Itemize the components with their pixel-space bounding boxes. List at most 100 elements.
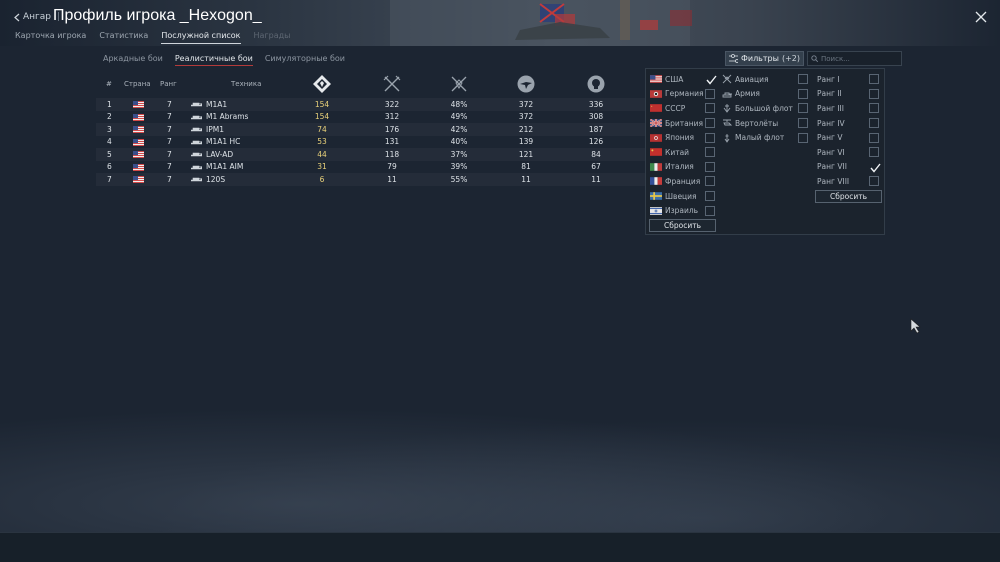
country-filter-item[interactable]: Франция bbox=[650, 174, 716, 189]
country-filter-checkbox[interactable] bbox=[705, 161, 715, 172]
respawns-icon[interactable] bbox=[516, 74, 536, 96]
country-filter-item[interactable]: Британия bbox=[650, 116, 716, 131]
respawns-value: 372 bbox=[518, 112, 534, 121]
tab-realistic[interactable]: Реалистичные бои bbox=[174, 54, 253, 66]
vehicle-cell: M1A1 AIM bbox=[191, 162, 243, 171]
rank-filter-item[interactable]: Ранг II bbox=[817, 87, 883, 102]
close-icon[interactable] bbox=[974, 10, 988, 24]
rank-filter-item[interactable]: Ранг IV bbox=[817, 116, 883, 131]
table-row[interactable]: 5 7 LAV-AD 44 118 37% 121 84 bbox=[96, 148, 646, 161]
type-filter-label: Малый флот bbox=[735, 133, 785, 143]
col-header-country[interactable]: Страна bbox=[124, 80, 151, 88]
row-number: 1 bbox=[107, 99, 112, 109]
country-filter-checkbox[interactable] bbox=[705, 103, 715, 114]
kills-value: 118 bbox=[384, 149, 400, 159]
tab-awards[interactable]: Награды bbox=[254, 31, 291, 44]
country-filter-label: Китай bbox=[665, 147, 690, 157]
tab-service-record[interactable]: Послужной список bbox=[161, 31, 241, 44]
country-filter-checkbox[interactable] bbox=[705, 132, 715, 143]
country-filter-item[interactable]: Германия bbox=[650, 87, 716, 102]
rank-filter-checkbox[interactable] bbox=[869, 147, 879, 158]
battles-icon[interactable] bbox=[312, 74, 332, 96]
deaths-value: 67 bbox=[591, 162, 601, 171]
rank-filter-checkbox[interactable] bbox=[869, 74, 879, 85]
row-number: 7 bbox=[107, 174, 112, 184]
tab-statistics[interactable]: Статистика bbox=[99, 31, 148, 44]
type-filter-checkbox[interactable] bbox=[798, 132, 808, 143]
type-filter-item[interactable]: Большой флот bbox=[722, 101, 810, 116]
col-header-vehicle[interactable]: Техника bbox=[231, 80, 261, 88]
coastal-fleet-icon bbox=[722, 133, 732, 143]
vehicle-rank: 7 bbox=[167, 137, 172, 146]
winrate-icon[interactable] bbox=[449, 74, 469, 96]
deaths-icon[interactable] bbox=[586, 74, 606, 96]
table-row[interactable]: 1 7 M1A1 154 322 48% 372 336 bbox=[96, 98, 646, 111]
rank-filter-checkbox[interactable] bbox=[869, 118, 879, 129]
table-row[interactable]: 4 7 M1A1 HC 53 131 40% 139 126 bbox=[96, 136, 646, 149]
country-filter-item[interactable]: Италия bbox=[650, 160, 716, 175]
battles-value: 154 bbox=[314, 112, 330, 121]
rank-filter-item[interactable]: Ранг I bbox=[817, 72, 883, 87]
country-filter-item[interactable]: Япония bbox=[650, 130, 716, 145]
table-row[interactable]: 2 7 M1 Abrams 154 312 49% 372 308 bbox=[96, 111, 646, 124]
kills-value: 11 bbox=[387, 174, 397, 184]
type-filter-item[interactable]: Авиация bbox=[722, 72, 810, 87]
rank-filter-item[interactable]: Ранг V bbox=[817, 130, 883, 145]
type-filter-label: Армия bbox=[735, 89, 760, 99]
type-filter-checkbox[interactable] bbox=[798, 103, 808, 114]
tab-simulator[interactable]: Симуляторные бои bbox=[265, 54, 345, 66]
type-filter-checkbox[interactable] bbox=[798, 88, 808, 99]
country-filter-checkbox[interactable] bbox=[705, 191, 715, 202]
table-row[interactable]: 6 7 M1A1 AIM 31 79 39% 81 67 bbox=[96, 161, 646, 174]
country-filter-checkbox[interactable] bbox=[705, 74, 717, 85]
china-flag-icon bbox=[650, 148, 662, 157]
reset-countries-button[interactable]: Сбросить bbox=[649, 219, 716, 232]
vehicle-rank: 7 bbox=[167, 99, 172, 109]
army-icon bbox=[722, 89, 732, 99]
rank-filter-item[interactable]: Ранг VI bbox=[817, 145, 883, 160]
type-filter-checkbox[interactable] bbox=[798, 118, 808, 129]
country-filter-checkbox[interactable] bbox=[705, 176, 715, 187]
rank-filter-checkbox[interactable] bbox=[869, 176, 879, 187]
country-filter-checkbox[interactable] bbox=[705, 147, 715, 158]
tab-arcade[interactable]: Аркадные бои bbox=[103, 54, 163, 66]
country-filter-item[interactable]: Израиль bbox=[650, 203, 716, 218]
kills-icon[interactable] bbox=[382, 74, 402, 96]
rank-filter-checkbox[interactable] bbox=[869, 132, 879, 143]
country-filter-item[interactable]: США bbox=[650, 72, 717, 87]
country-filter-item[interactable]: СССР bbox=[650, 101, 716, 116]
back-label: Ангар bbox=[23, 12, 51, 22]
rank-filter-checkbox[interactable] bbox=[869, 88, 879, 99]
reset-ranks-button[interactable]: Сбросить bbox=[815, 190, 882, 203]
tank-icon bbox=[191, 140, 202, 144]
table-row[interactable]: 7 7 120S 6 11 55% 11 11 bbox=[96, 173, 646, 186]
country-filter-item[interactable]: Китай bbox=[650, 145, 716, 160]
rank-filter-label: Ранг V bbox=[817, 133, 843, 143]
vehicle-rank: 7 bbox=[167, 149, 172, 159]
country-filter-label: Япония bbox=[665, 133, 694, 143]
country-filter-item[interactable]: Швеция bbox=[650, 189, 716, 204]
search-box bbox=[807, 51, 902, 66]
rank-filter-checkbox[interactable] bbox=[869, 103, 879, 114]
country-filter-checkbox[interactable] bbox=[705, 205, 715, 216]
tab-player-card[interactable]: Карточка игрока bbox=[15, 31, 86, 44]
rank-filter-item[interactable]: Ранг VIII bbox=[817, 174, 883, 189]
rank-filter-checkbox[interactable] bbox=[869, 162, 881, 173]
usa-flag-icon bbox=[133, 138, 144, 146]
type-filter-label: Большой флот bbox=[735, 103, 793, 113]
vehicle-rank: 7 bbox=[167, 124, 172, 134]
rank-filter-item[interactable]: Ранг VII bbox=[817, 160, 883, 175]
filters-button[interactable]: Фильтры (+2) bbox=[725, 51, 804, 66]
type-filter-checkbox[interactable] bbox=[798, 74, 808, 85]
rank-filter-item[interactable]: Ранг III bbox=[817, 101, 883, 116]
country-filter-checkbox[interactable] bbox=[705, 118, 715, 129]
col-header-rank[interactable]: Ранг bbox=[160, 80, 177, 88]
type-filter-item[interactable]: Армия bbox=[722, 87, 810, 102]
type-filter-item[interactable]: Вертолёты bbox=[722, 116, 810, 131]
col-header-num[interactable]: # bbox=[106, 80, 112, 88]
table-row[interactable]: 3 7 IPM1 74 176 42% 212 187 bbox=[96, 123, 646, 136]
search-input[interactable] bbox=[821, 54, 901, 63]
checkmark-icon bbox=[706, 75, 717, 85]
type-filter-item[interactable]: Малый флот bbox=[722, 130, 810, 145]
country-filter-checkbox[interactable] bbox=[705, 88, 715, 99]
